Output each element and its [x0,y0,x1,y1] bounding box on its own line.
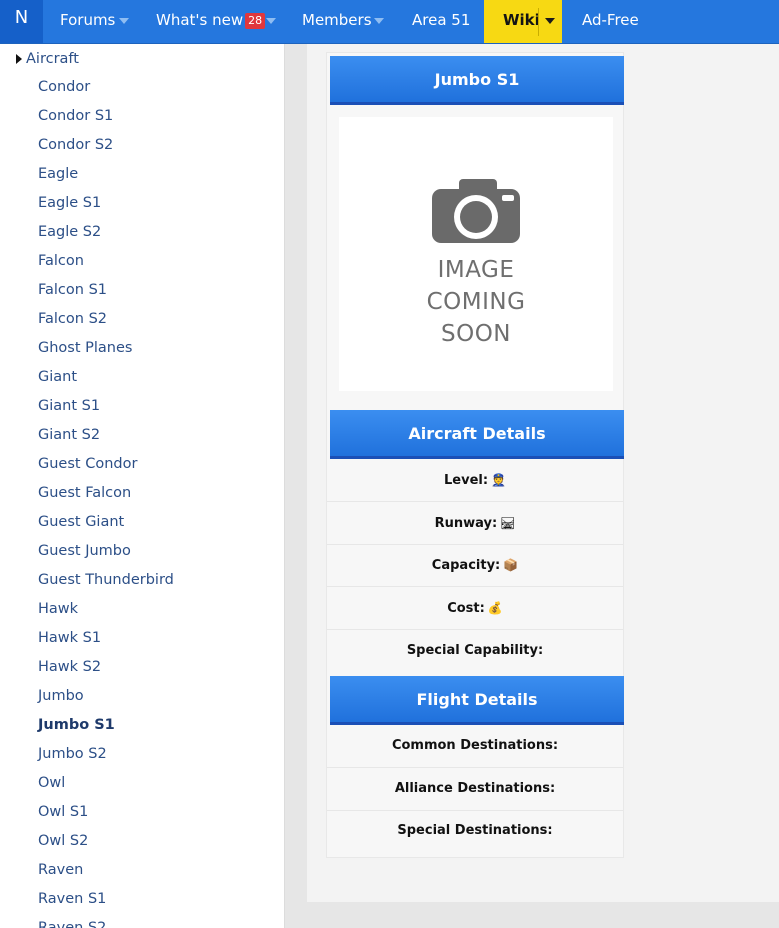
row-common-destinations: Common Destinations: [327,725,623,768]
sidebar-item[interactable]: Guest Jumbo [38,541,174,570]
sidebar-item[interactable]: Hawk S2 [38,657,174,686]
row-level: Level: 👮 [327,459,623,502]
row-runway: Runway: 🛤 [327,502,623,545]
row-special-destinations: Special Destinations: [327,810,623,852]
sidebar-heading-aircraft[interactable]: Aircraft [26,48,79,70]
whats-new-chevron-down-icon[interactable] [266,18,276,24]
sidebar-item[interactable]: Falcon S2 [38,309,174,338]
sidebar-item[interactable]: Owl S2 [38,831,174,860]
members-chevron-down-icon[interactable] [374,18,384,24]
sidebar-item[interactable]: Jumbo [38,686,174,715]
row-alliance-destinations: Alliance Destinations: [327,768,623,811]
common-destinations-label: Common Destinations: [391,738,559,753]
sidebar-item[interactable]: Falcon S1 [38,280,174,309]
whats-new-label: What's new [156,11,244,29]
sidebar-item[interactable]: Condor S1 [38,106,174,135]
sidebar-item[interactable]: Owl [38,773,174,802]
infobox-title: Jumbo S1 [330,56,624,105]
placeholder-line-1: IMAGE [437,257,515,283]
money-bag-icon: 💰 [487,601,503,615]
flight-details-heading: Flight Details [330,676,624,725]
sidebar-item[interactable]: Giant [38,367,174,396]
site-logo[interactable]: N [0,0,43,43]
police-officer-icon: 👮 [491,473,506,487]
nav-area-51[interactable]: Area 51 [412,0,470,43]
sidebar-item[interactable]: Jumbo S1 [38,715,174,744]
placeholder-line-2: COMING [426,289,526,315]
row-special-capability: Special Capability: [327,630,623,672]
special-destinations-label: Special Destinations: [397,823,553,838]
forums-chevron-down-icon[interactable] [119,18,129,24]
sidebar-item[interactable]: Eagle S2 [38,222,174,251]
sidebar-item[interactable]: Falcon [38,251,174,280]
sidebar-item[interactable]: Ghost Planes [38,338,174,367]
sidebar-item[interactable]: Raven S1 [38,889,174,918]
caret-right-icon[interactable] [16,54,22,64]
nav-members[interactable]: Members [302,0,372,43]
aircraft-infobox: Jumbo S1 IMAGE COMING SOON Aircraft Deta… [326,52,624,858]
nav-whats-new[interactable]: What's new 28 [156,0,266,43]
sidebar-item[interactable]: Giant S1 [38,396,174,425]
notification-badge: 28 [245,13,266,29]
aircraft-list: Condor Condor S1 Condor S2 Eagle Eagle S1 Eag… [38,77,174,928]
image-placeholder: IMAGE COMING SOON [339,117,613,391]
alliance-destinations-label: Alliance Destinations: [394,781,556,796]
runway-label: Runway: [434,516,498,531]
nav-ad-free[interactable]: Ad-Free [582,0,639,43]
cost-label: Cost: [447,601,485,616]
row-capacity: Capacity: 📦 [327,544,623,587]
camera-icon [432,179,520,243]
capacity-label: Capacity: [431,558,501,573]
main-content: Jumbo S1 IMAGE COMING SOON Aircraft Deta… [307,44,779,902]
aircraft-details-heading: Aircraft Details [330,410,624,459]
top-navigation-bar: N Forums What's new 28 Members Area 51 Wi… [0,0,779,44]
special-capability-label: Special Capability: [406,643,544,658]
level-label: Level: [444,473,489,488]
sidebar-item[interactable]: Guest Falcon [38,483,174,512]
sidebar-item[interactable]: Hawk S1 [38,628,174,657]
nav-wiki-tab[interactable]: Wiki [484,0,562,43]
sidebar-item[interactable]: Guest Giant [38,512,174,541]
runway-icon: 🛤 [500,516,516,530]
package-icon: 📦 [503,558,519,572]
wiki-chevron-down-icon[interactable] [545,18,555,24]
sidebar-item[interactable]: Eagle S1 [38,193,174,222]
nav-forums[interactable]: Forums [60,0,115,43]
sidebar-item[interactable]: Owl S1 [38,802,174,831]
sidebar-item[interactable]: Hawk [38,599,174,628]
wiki-sidebar: Aircraft Condor Condor S1 Condor S2 Eagle Ea… [0,44,285,928]
wiki-label: Wiki [503,11,540,29]
row-cost: Cost: 💰 [327,587,623,630]
sidebar-item[interactable]: Guest Thunderbird [38,570,174,599]
sidebar-item[interactable]: Condor [38,77,174,106]
sidebar-item[interactable]: Raven [38,860,174,889]
sidebar-item[interactable]: Jumbo S2 [38,744,174,773]
sidebar-item[interactable]: Giant S2 [38,425,174,454]
divider [538,8,539,36]
sidebar-item[interactable]: Eagle [38,164,174,193]
sidebar-item[interactable]: Condor S2 [38,135,174,164]
sidebar-item[interactable]: Raven S2 [38,918,174,928]
sidebar-item[interactable]: Guest Condor [38,454,174,483]
placeholder-line-3: SOON [440,321,511,347]
